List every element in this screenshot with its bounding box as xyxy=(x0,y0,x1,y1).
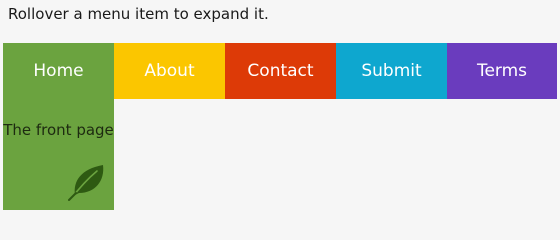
leaf-icon xyxy=(68,165,104,201)
page: Rollover a menu item to expand it. Home … xyxy=(0,0,560,220)
menu-bar: Home About Contact Submit Terms xyxy=(3,43,557,99)
menu-item-label: Home xyxy=(33,61,84,81)
menu-item-home[interactable]: Home xyxy=(3,43,114,99)
menu-item-about[interactable]: About xyxy=(114,43,225,99)
home-expanded-panel[interactable]: The front page xyxy=(3,99,114,210)
menu-item-label: About xyxy=(144,61,195,81)
menu-item-label: Submit xyxy=(361,61,422,81)
menu-item-submit[interactable]: Submit xyxy=(336,43,447,99)
menu-item-label: Terms xyxy=(476,61,528,81)
instruction-text: Rollover a menu item to expand it. xyxy=(8,5,269,23)
menu-item-contact[interactable]: Contact xyxy=(225,43,336,99)
menu-item-terms[interactable]: Terms xyxy=(447,43,557,99)
menu-item-label: Contact xyxy=(247,61,314,81)
panel-description: The front page xyxy=(3,121,114,139)
